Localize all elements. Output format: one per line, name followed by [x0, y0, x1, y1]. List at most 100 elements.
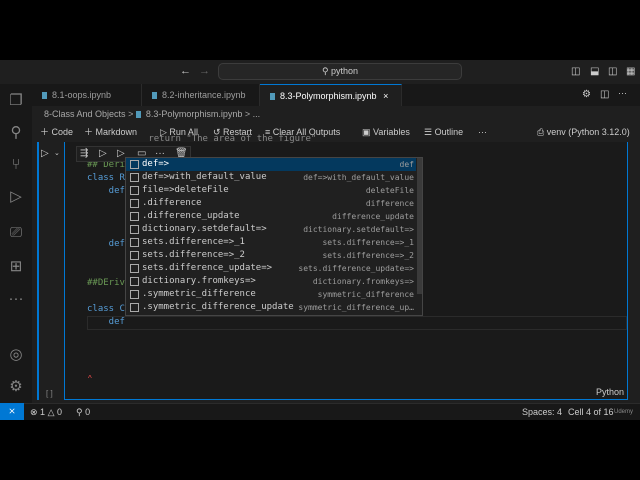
back-button[interactable]: ←: [180, 65, 191, 77]
notebook-file-icon: [42, 92, 47, 99]
ports-icon: ⚲: [76, 407, 86, 417]
settings-gear-icon[interactable]: ⚙: [7, 378, 25, 396]
suggestion-item[interactable]: .symmetric_difference symmetric_differenc…: [126, 288, 416, 301]
suggestion-label: def=>: [142, 159, 170, 169]
suggestion-detail: def: [399, 160, 414, 169]
suggestion-detail: def=>with_default_value: [303, 173, 414, 182]
suggestion-detail: symmetric_difference: [317, 290, 414, 299]
remote-icon: ⨯: [8, 406, 16, 416]
suggestion-detail: sets.difference_update=>: [298, 264, 414, 273]
suggestion-item[interactable]: .symmetric_difference_update symmetric_di…: [126, 301, 416, 314]
notebook-file-icon: [270, 93, 275, 100]
breadcrumb-file[interactable]: 8.3-Polymorphism.ipynb: [146, 109, 243, 119]
tab-8-2-inheritance[interactable]: 8.2-inheritance.ipynb: [142, 84, 260, 106]
gear-icon[interactable]: ⚙: [582, 89, 591, 100]
suggestion-item[interactable]: sets.difference=>_1 sets.difference=>_1: [126, 236, 416, 249]
notebook-file-icon: [135, 111, 141, 118]
error-icon: ⊗: [30, 407, 41, 417]
run-cell-icon[interactable]: ▷: [41, 148, 49, 159]
suggestion-item[interactable]: sets.difference=>_2 sets.difference=>_2: [126, 249, 416, 262]
breadcrumb-more[interactable]: > ...: [245, 109, 260, 119]
more-button[interactable]: ···: [478, 122, 487, 142]
variables-icon: ▣: [362, 127, 374, 137]
account-icon[interactable]: ◎: [7, 346, 25, 364]
run-debug-icon[interactable]: ▷: [7, 188, 25, 206]
code-line: def: [87, 239, 125, 249]
breadcrumb-folder[interactable]: 8-Class And Objects: [44, 109, 126, 119]
cell-focus-indicator: [37, 142, 39, 400]
source-control-icon[interactable]: ⑂: [7, 156, 25, 174]
snippet-icon: [130, 303, 139, 312]
remote-explorer-icon[interactable]: ⎚: [7, 224, 25, 242]
breadcrumb: 8-Class And Objects > 8.3-Polymorphism.i…: [32, 106, 640, 122]
outline-button[interactable]: ☰ Outline: [424, 122, 463, 142]
snippet-icon: [130, 186, 139, 195]
more-actions-icon[interactable]: ···: [618, 88, 627, 98]
suggestion-item[interactable]: dictionary.fromkeys=> dictionary.fromkeys…: [126, 275, 416, 288]
customize-layout-icon[interactable]: ▦: [626, 66, 635, 77]
split-editor-icon[interactable]: ◫: [600, 89, 609, 100]
toggle-sidebar-icon[interactable]: ◫: [571, 66, 580, 77]
suggestion-label: sets.difference_update=>: [142, 263, 273, 273]
suggestion-label: sets.difference=>_2: [142, 250, 245, 260]
current-line-highlight: [87, 316, 627, 330]
tab-8-1-oops[interactable]: 8.1-oops.ipynb: [32, 84, 142, 106]
suggestion-item[interactable]: file=>deleteFile deleteFile: [126, 184, 416, 197]
add-code-button[interactable]: ＋ Code: [40, 122, 73, 142]
suggestion-detail: deleteFile: [365, 186, 414, 195]
tab-8-3-polymorphism[interactable]: 8.3-Polymorphism.ipynb ×: [260, 84, 402, 106]
suggestion-label: dictionary.fromkeys=>: [142, 276, 256, 286]
chevron-down-icon[interactable]: ⌄: [54, 149, 60, 157]
toggle-panel-icon[interactable]: ⬓: [590, 66, 599, 77]
suggestion-item[interactable]: sets.difference_update=> sets.difference_…: [126, 262, 416, 275]
editor-tabs: 8.1-oops.ipynb 8.2-inheritance.ipynb 8.3…: [32, 84, 640, 106]
label: Outline: [434, 127, 464, 137]
suggestion-label: .symmetric_difference_update: [142, 302, 294, 312]
variables-button[interactable]: ▣ Variables: [362, 122, 410, 142]
error-count: 1: [40, 407, 46, 417]
suggestion-item[interactable]: .difference difference: [126, 197, 416, 210]
command-center-search[interactable]: ⚲ python: [218, 63, 462, 80]
suggestion-item[interactable]: def=>with_default_value def=>with_default…: [126, 171, 416, 184]
search-text: python: [331, 66, 359, 76]
cell-position-status[interactable]: Cell 4 of 16: [568, 404, 614, 421]
execute-cell-icon[interactable]: ▷: [117, 148, 125, 159]
cell-language-button[interactable]: Python: [596, 387, 624, 397]
explorer-icon[interactable]: ❐: [7, 92, 25, 110]
suggestion-detail: sets.difference=>_2: [322, 251, 414, 260]
suggestion-item[interactable]: def=> def: [126, 158, 416, 171]
kernel-icon: ⎙: [537, 127, 547, 137]
suggest-widget: def=> def def=>with_default_value def=>with…: [125, 157, 423, 316]
ports-indicator[interactable]: ⚲ 0: [76, 404, 90, 421]
forward-button[interactable]: →: [199, 65, 210, 77]
remote-indicator[interactable]: ⨯: [0, 403, 24, 420]
snippet-icon: [130, 173, 139, 182]
suggestion-item[interactable]: .difference_update difference_update: [126, 210, 416, 223]
extensions-icon[interactable]: ⊞: [7, 258, 25, 276]
execute-cell-and-below-icon[interactable]: ▷: [99, 148, 107, 159]
indentation-status[interactable]: Spaces: 4: [522, 404, 562, 421]
toggle-secondary-sidebar-icon[interactable]: ◫: [608, 66, 617, 77]
notebook-file-icon: [152, 92, 157, 99]
label: Code: [51, 127, 74, 137]
snippet-icon: [130, 160, 139, 169]
snippet-icon: [130, 264, 139, 273]
problems-indicator[interactable]: ⊗ 1 △ 0: [30, 404, 62, 421]
outline-icon: ☰: [424, 127, 435, 137]
suggestion-label: .difference_update: [142, 211, 240, 221]
execute-above-icon[interactable]: ⇶: [80, 148, 88, 159]
error-squiggle: ^: [88, 374, 92, 383]
code-line: def: [87, 186, 125, 196]
snippet-icon: [130, 251, 139, 260]
suggestion-label: def=>with_default_value: [142, 172, 267, 182]
suggestion-detail: difference: [365, 199, 414, 208]
suggestion-item[interactable]: dictionary.setdefault=> dictionary.setdef…: [126, 223, 416, 236]
suggestion-label: .symmetric_difference: [142, 289, 256, 299]
close-tab-icon[interactable]: ×: [383, 91, 388, 101]
kernel-picker[interactable]: ⎙ venv (Python 3.12.0): [537, 122, 630, 142]
more-icon[interactable]: ···: [7, 290, 25, 308]
tab-label: 8.1-oops.ipynb: [52, 90, 112, 100]
label: Variables: [373, 127, 410, 137]
search-icon[interactable]: ⚲: [7, 124, 25, 142]
suggest-scrollbar[interactable]: [417, 158, 422, 294]
